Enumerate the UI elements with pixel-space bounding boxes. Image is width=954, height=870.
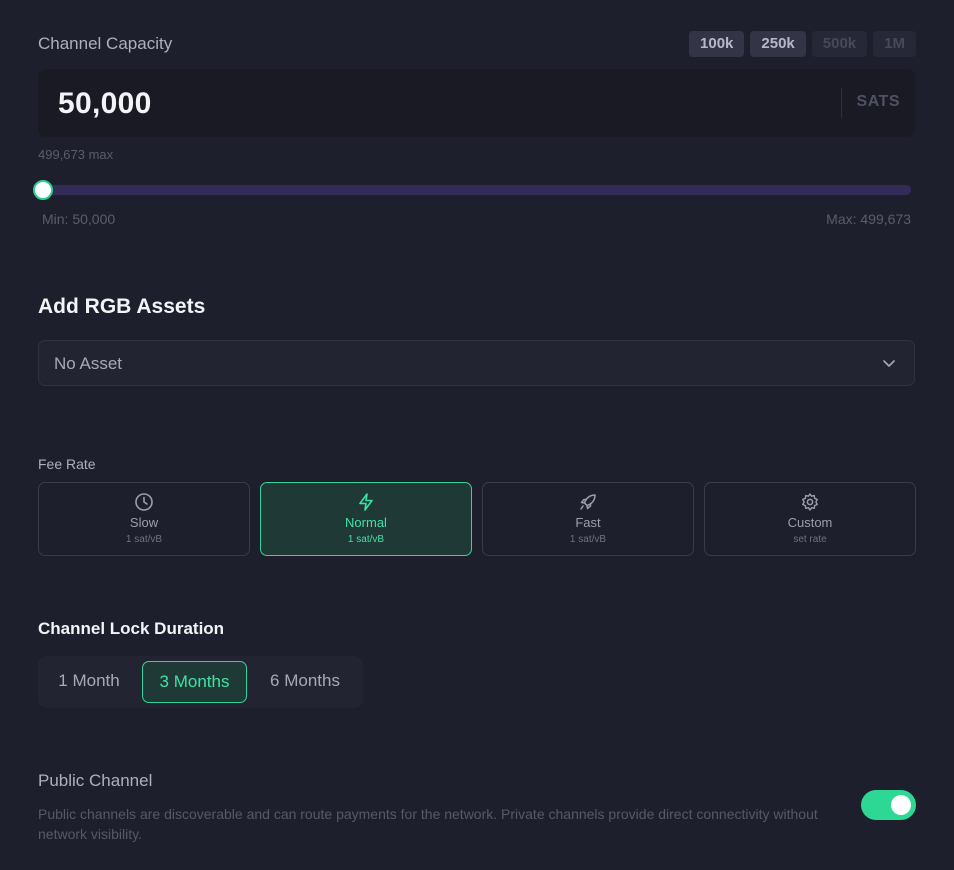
- channel-capacity-label: Channel Capacity: [38, 34, 173, 53]
- fee-option-normal[interactable]: Normal 1 sat/vB: [260, 482, 472, 556]
- preset-100k-button[interactable]: 100k: [689, 31, 745, 57]
- fee-option-rate: 1 sat/vB: [125, 534, 163, 545]
- asset-select-value: No Asset: [54, 354, 123, 373]
- public-channel-toggle[interactable]: [861, 790, 916, 820]
- capacity-presets: 100k 250k 500k 1M: [689, 31, 916, 57]
- capacity-input[interactable]: 50,000 SATS: [38, 69, 915, 137]
- rgb-assets-title: Add RGB Assets: [38, 295, 206, 318]
- lightning-icon: [359, 493, 373, 511]
- preset-500k-button[interactable]: 500k: [811, 31, 868, 57]
- preset-1m-button[interactable]: 1M: [873, 31, 916, 57]
- rocket-icon: [580, 494, 596, 510]
- fee-option-name: Slow: [129, 515, 159, 530]
- fee-option-fast[interactable]: Fast 1 sat/vB: [482, 482, 694, 556]
- lock-duration-selector: 1 Month 3 Months 6 Months: [38, 656, 363, 708]
- fee-option-rate: set rate: [793, 534, 827, 545]
- capacity-max-hint: 499,673 max: [38, 147, 114, 162]
- lock-option-1-month[interactable]: 1 Month: [44, 661, 134, 703]
- lock-duration-title: Channel Lock Duration: [38, 619, 225, 638]
- capacity-slider-track[interactable]: [38, 185, 911, 195]
- public-channel-description: Public channels are discoverable and can…: [38, 806, 818, 842]
- fee-option-name: Fast: [575, 515, 601, 530]
- capacity-divider: [841, 88, 842, 118]
- lock-option-6-months[interactable]: 6 Months: [255, 661, 355, 703]
- clock-icon: [135, 493, 153, 511]
- gear-icon: [802, 493, 818, 511]
- preset-250k-button[interactable]: 250k: [750, 31, 806, 57]
- lock-option-3-months[interactable]: 3 Months: [142, 661, 247, 703]
- chevron-down-icon: [883, 360, 895, 367]
- fee-option-rate: 1 sat/vB: [347, 534, 385, 545]
- toggle-knob: [891, 795, 911, 815]
- fee-rate-label: Fee Rate: [38, 456, 96, 472]
- slider-max-label: Max: 499,673: [826, 211, 911, 227]
- capacity-slider-thumb[interactable]: [33, 180, 53, 200]
- asset-select[interactable]: No Asset: [38, 340, 915, 386]
- capacity-unit: SATS: [856, 93, 900, 110]
- fee-option-slow[interactable]: Slow 1 sat/vB: [38, 482, 250, 556]
- slider-min-label: Min: 50,000: [42, 211, 116, 227]
- fee-option-custom[interactable]: Custom set rate: [704, 482, 916, 556]
- fee-option-name: Custom: [787, 515, 833, 530]
- fee-option-rate: 1 sat/vB: [569, 534, 607, 545]
- capacity-value[interactable]: 50,000: [58, 87, 152, 121]
- fee-option-name: Normal: [345, 515, 387, 530]
- public-channel-title: Public Channel: [38, 771, 153, 790]
